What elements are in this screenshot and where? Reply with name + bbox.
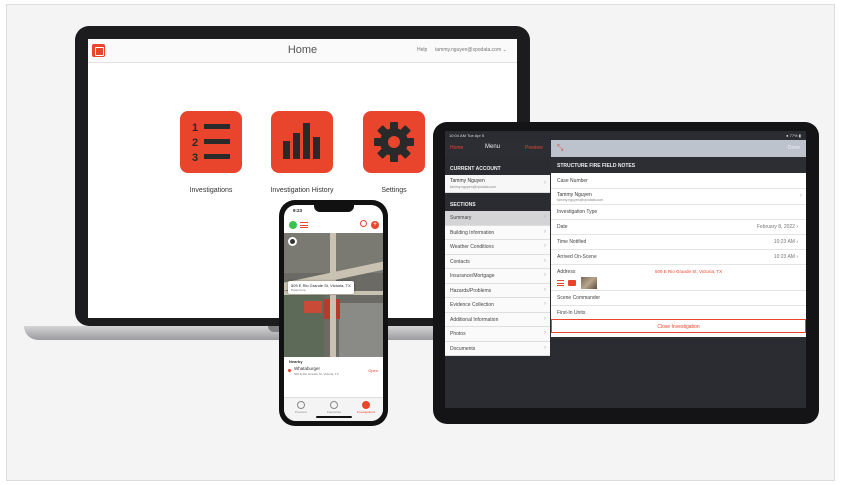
address-attachments xyxy=(557,277,617,289)
status-dot-icon[interactable] xyxy=(289,221,297,229)
preview-button[interactable]: Preview xyxy=(525,145,543,151)
bar-chart-icon xyxy=(283,123,320,159)
section-photos[interactable]: Photos › xyxy=(445,327,550,342)
status-time: 10:04 AM Tue Apr 5 xyxy=(449,133,485,138)
account-email: tammy.nguyen@xpodata.com xyxy=(450,185,497,189)
section-insurance-mortgage[interactable]: Insurance/Mortgage › xyxy=(445,269,550,284)
form-title: STRUCTURE FIRE FIELD NOTES xyxy=(551,157,806,173)
investigation-type-row[interactable]: Investigation Type xyxy=(551,205,806,220)
scene-commander-row[interactable]: Scene Commander xyxy=(551,291,806,306)
section-hazards-problems[interactable]: Hazards/Problems › xyxy=(445,283,550,298)
gear-icon xyxy=(374,122,414,162)
chevron-right-icon: › xyxy=(544,257,546,264)
chevron-right-icon: › xyxy=(544,272,546,278)
investigations-tile[interactable]: 1 2 3 xyxy=(180,111,242,173)
nearby-place-address: 509 E Rio Grande St, Victoria, TX xyxy=(294,372,339,376)
close-investigation-button[interactable]: Close Investigation xyxy=(551,319,806,333)
chevron-right-icon: › xyxy=(544,180,546,186)
map-tile xyxy=(339,303,383,357)
numbered-list-icon: 1 2 3 xyxy=(192,122,230,164)
field-notes-form: STRUCTURE FIRE FIELD NOTES Case Number T… xyxy=(551,157,806,337)
section-weather-conditions[interactable]: Weather Conditions › xyxy=(445,240,550,255)
sections-list: Summary › Building Information › Weather C… xyxy=(445,211,550,356)
open-button[interactable]: Open xyxy=(368,368,378,373)
menu-title: Menu xyxy=(485,144,501,150)
svg-text:3: 3 xyxy=(192,152,198,164)
investigation-history-tile[interactable] xyxy=(271,111,333,173)
chevron-right-icon: › xyxy=(544,286,546,293)
nearby-panel: Nearby Whataburger 509 E Rio Grande St, … xyxy=(284,357,383,387)
investigator-email: tammy.nguyen@xpodata.com xyxy=(557,198,604,202)
nearby-header: Nearby xyxy=(289,359,303,364)
chevron-right-icon: › xyxy=(544,315,546,322)
tab-favourites[interactable]: Favourites xyxy=(319,401,349,414)
chevron-right-icon: › xyxy=(544,301,546,307)
list-icon[interactable] xyxy=(300,222,308,228)
tab-investigations[interactable]: Investigations xyxy=(351,401,381,414)
status-battery: ● 77% ▮ xyxy=(786,133,801,138)
add-icon[interactable]: + xyxy=(371,221,379,229)
current-account-header: CURRENT ACCOUNT xyxy=(445,162,550,174)
arrived-on-scene-row[interactable]: Arrived On-Scene 10:23 AM › xyxy=(551,250,806,265)
section-evidence-collection[interactable]: Evidence Collection › xyxy=(445,298,550,313)
address-value[interactable]: 509 E Rio Grande St, Victoria, TX xyxy=(655,269,722,274)
clock-icon xyxy=(297,401,305,409)
section-additional-information[interactable]: Additional Information › xyxy=(445,312,550,327)
settings-tile[interactable] xyxy=(363,111,425,173)
tablet-screen: 10:04 AM Tue Apr 5 ● 77% ▮ Home Menu Pre… xyxy=(445,131,806,408)
date-value: February 8, 2022 › xyxy=(756,224,798,230)
chevron-right-icon: › xyxy=(544,330,546,336)
photo-thumbnail[interactable] xyxy=(581,277,597,289)
search-icon[interactable] xyxy=(360,220,367,227)
help-link[interactable]: Help xyxy=(417,47,427,53)
map-road xyxy=(330,233,336,357)
tab-previous[interactable]: Previous xyxy=(286,401,316,414)
arrived-value: 10:23 AM › xyxy=(773,254,798,260)
home-indicator xyxy=(316,416,352,418)
date-row[interactable]: Date February 8, 2022 › xyxy=(551,220,806,235)
user-menu[interactable]: tammy.nguyen@xpodata.com ⌄ xyxy=(435,47,507,53)
collapse-icon[interactable]: ⤡ xyxy=(557,143,563,153)
address-callout[interactable]: 509 E Rio Grande St, Victoria, TX Press … xyxy=(288,281,354,294)
detail-nav-bar: ⤡ Done xyxy=(551,140,806,157)
tablet-status-bar: 10:04 AM Tue Apr 5 ● 77% ▮ xyxy=(445,131,806,140)
camera-icon[interactable] xyxy=(568,280,576,286)
section-building-information[interactable]: Building Information › xyxy=(445,225,550,240)
svg-text:2: 2 xyxy=(192,137,198,149)
chevron-right-icon: › xyxy=(544,243,546,249)
phone-screen: 9:23 + 509 E Rio Grande St, Victoria, TX… xyxy=(284,205,383,421)
sections-header: SECTIONS xyxy=(445,198,550,210)
list-icon[interactable] xyxy=(557,280,564,286)
locate-icon[interactable] xyxy=(288,237,297,246)
account-name: Tammy Nguyen xyxy=(450,178,485,184)
chevron-right-icon: › xyxy=(544,228,546,235)
menu-nav-bar: Home Menu Preview xyxy=(445,140,550,157)
time-notified-row[interactable]: Time Notified 10:23 AM › xyxy=(551,235,806,250)
home-button[interactable]: Home xyxy=(450,145,463,151)
investigator-row[interactable]: Tammy Nguyen tammy.nguyen@xpodata.com › xyxy=(551,189,806,205)
star-icon xyxy=(330,401,338,409)
nearby-place-name[interactable]: Whataburger xyxy=(294,366,320,371)
section-documents[interactable]: Documents › xyxy=(445,341,550,356)
section-contacts[interactable]: Contacts › xyxy=(445,254,550,269)
investigation-icon xyxy=(362,401,370,409)
phone-notch xyxy=(314,205,354,212)
done-button[interactable]: Done xyxy=(788,145,800,151)
current-account-row[interactable]: Tammy Nguyen tammy.nguyen@xpodata.com › xyxy=(445,175,550,193)
phone-toolbar: + xyxy=(284,217,383,233)
chevron-right-icon: › xyxy=(544,214,546,220)
laptop-header: Home Help tammy.nguyen@xpodata.com ⌄ xyxy=(88,39,517,63)
phone-time: 9:23 xyxy=(293,208,303,213)
chevron-right-icon: › xyxy=(800,193,802,199)
satellite-map[interactable]: 509 E Rio Grande St, Victoria, TX Press … xyxy=(284,233,383,357)
map-pin-icon xyxy=(288,369,291,372)
chevron-right-icon: › xyxy=(544,344,546,351)
section-summary[interactable]: Summary › xyxy=(445,211,550,226)
time-notified-value: 10:23 AM › xyxy=(773,239,798,245)
case-number-row[interactable]: Case Number xyxy=(551,174,806,189)
svg-text:1: 1 xyxy=(192,122,198,134)
map-building xyxy=(304,301,322,313)
